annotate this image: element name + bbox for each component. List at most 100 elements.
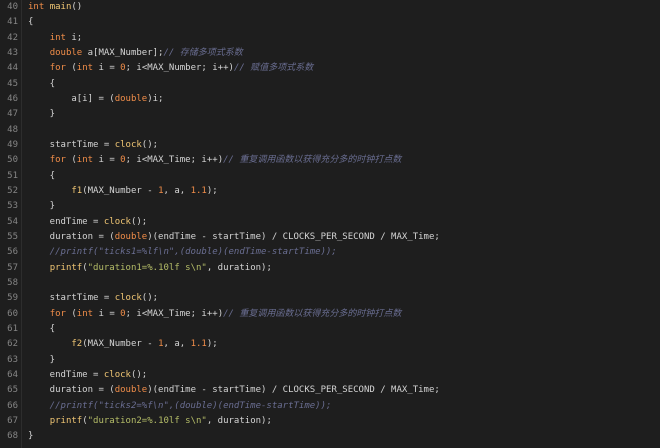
code-line[interactable]: 58 [0,276,660,291]
code-token: startTime = [28,139,115,150]
code-token: double [114,385,148,396]
code-text: } [28,199,55,214]
line-number: 55 [7,231,18,242]
code-text: { [28,322,55,337]
code-token: a[MAX_Number]; [82,47,164,58]
code-token: ( [65,308,77,319]
code-line[interactable]: 53 } [0,199,660,214]
code-token: { [28,323,56,334]
code-editor[interactable]: 40 int main() 41 {42 int i; 43 double a[MAX_… [0,0,660,448]
line-number: 53 [7,201,18,212]
code-line[interactable]: 41 { [0,15,660,30]
code-line[interactable]: 57 printf("duration1=%.10lf s\n", durati… [0,261,660,276]
code-line[interactable]: 68} [0,429,660,444]
code-line[interactable]: 60 for (int i = 0; i<MAX_Time; i++)// 重复… [0,307,660,322]
code-token: duration = ( [28,231,115,242]
line-number: 51 [7,170,18,181]
code-line[interactable]: 65 duration = (double)(endTime - startTi… [0,383,660,398]
code-token: 1.1 [190,185,207,196]
line-number: 49 [7,139,18,150]
line-number: 46 [7,93,18,104]
code-line[interactable]: 49 startTime = clock(); [0,138,660,153]
code-line[interactable]: 59 startTime = clock(); [0,291,660,306]
code-token: 1.1 [190,339,207,350]
code-token: duration = ( [28,385,115,396]
code-line[interactable]: 63 } [0,353,660,368]
line-number: 60 [7,308,18,319]
line-number: 61 [7,323,18,334]
code-token: int [76,308,94,319]
code-text: for (int i = 0; i<MAX_Number; i++)// 赋值多… [28,61,314,76]
code-token: int [28,2,45,12]
code-token: , duration); [206,262,272,273]
code-token: int [49,32,66,43]
code-text: int main() [28,0,82,15]
code-line[interactable]: 46 a[i] = (double)i; [0,92,660,107]
line-number: 68 [7,431,18,442]
code-text: } [28,107,55,122]
code-token: // 赋值多项式系数 [233,63,314,74]
code-token: i = [93,63,121,74]
code-token: f1 [71,185,83,196]
code-line[interactable]: 44 for (int i = 0; i<MAX_Number; i++)// … [0,61,660,76]
code-line[interactable]: 50 for (int i = 0; i<MAX_Time; i++)// 重复… [0,153,660,168]
line-number: 44 [7,63,18,74]
code-token: (MAX_Number - [82,185,159,196]
code-line[interactable]: 66 //printf("ticks2=%f\n",(double)(endTi… [0,399,660,414]
code-token: () [71,2,83,12]
line-number: 64 [7,369,18,380]
code-token: { [28,17,34,28]
code-token: i; [65,32,83,43]
code-token: } [28,431,34,442]
code-text: a[i] = (double)i; [28,92,163,107]
line-number: 40 [7,2,18,12]
code-line[interactable]: 40 int main() [0,0,660,15]
code-text: duration = (double)(endTime - startTime)… [28,230,440,245]
line-number: 43 [7,47,18,58]
code-token: int [76,155,94,166]
code-line[interactable]: 62 f2(MAX_Number - 1, a, 1.1); [0,337,660,352]
code-text: { [28,169,55,184]
code-line[interactable]: 56 //printf("ticks1=%lf\n",(double)(endT… [0,245,660,260]
code-token: a[i] = ( [28,93,115,104]
code-text: printf("duration1=%.10lf s\n", duration)… [28,261,272,276]
code-token: for [49,308,66,319]
code-line[interactable]: 48 [0,123,660,138]
code-token: } [28,354,56,365]
code-line[interactable]: 54 endTime = clock(); [0,215,660,230]
code-token: , a, [163,339,191,350]
line-number: 41 [7,17,18,28]
code-text: //printf("ticks1=%lf\n",(double)(endTime… [28,245,337,260]
code-text: startTime = clock(); [28,291,158,306]
code-token: { [28,170,56,181]
code-line[interactable]: 43 double a[MAX_Number];// 存储多项式系数 [0,46,660,61]
code-token: ; i<MAX_Number; i++) [125,63,234,74]
code-token: printf [49,262,83,273]
code-token: ; i<MAX_Time; i++) [125,308,224,319]
code-line[interactable]: 55 duration = (double)(endTime - startTi… [0,230,660,245]
code-token: { [28,78,56,89]
code-line[interactable]: 45 { [0,77,660,92]
line-number: 52 [7,185,18,196]
code-text: endTime = clock(); [28,368,148,383]
code-token: for [49,63,66,74]
code-line[interactable]: 64 endTime = clock(); [0,368,660,383]
code-line[interactable]: 52 f1(MAX_Number - 1, a, 1.1); [0,184,660,199]
line-number: 58 [7,277,18,288]
code-line[interactable]: 42 int i; [0,31,660,46]
code-token: (MAX_Number - [82,339,159,350]
code-token: } [28,109,56,120]
code-token: ); [206,185,218,196]
code-token: "duration2=%.10lf s\n" [87,415,207,426]
code-token: // 重复调用函数以获得充分多的时钟打点数 [223,308,402,319]
code-line[interactable]: 51 { [0,169,660,184]
code-line[interactable]: 67 printf("duration2=%.10lf s\n", durati… [0,414,660,429]
code-line[interactable]: 47 } [0,107,660,122]
line-number: 65 [7,385,18,396]
code-line[interactable]: 61 { [0,322,660,337]
